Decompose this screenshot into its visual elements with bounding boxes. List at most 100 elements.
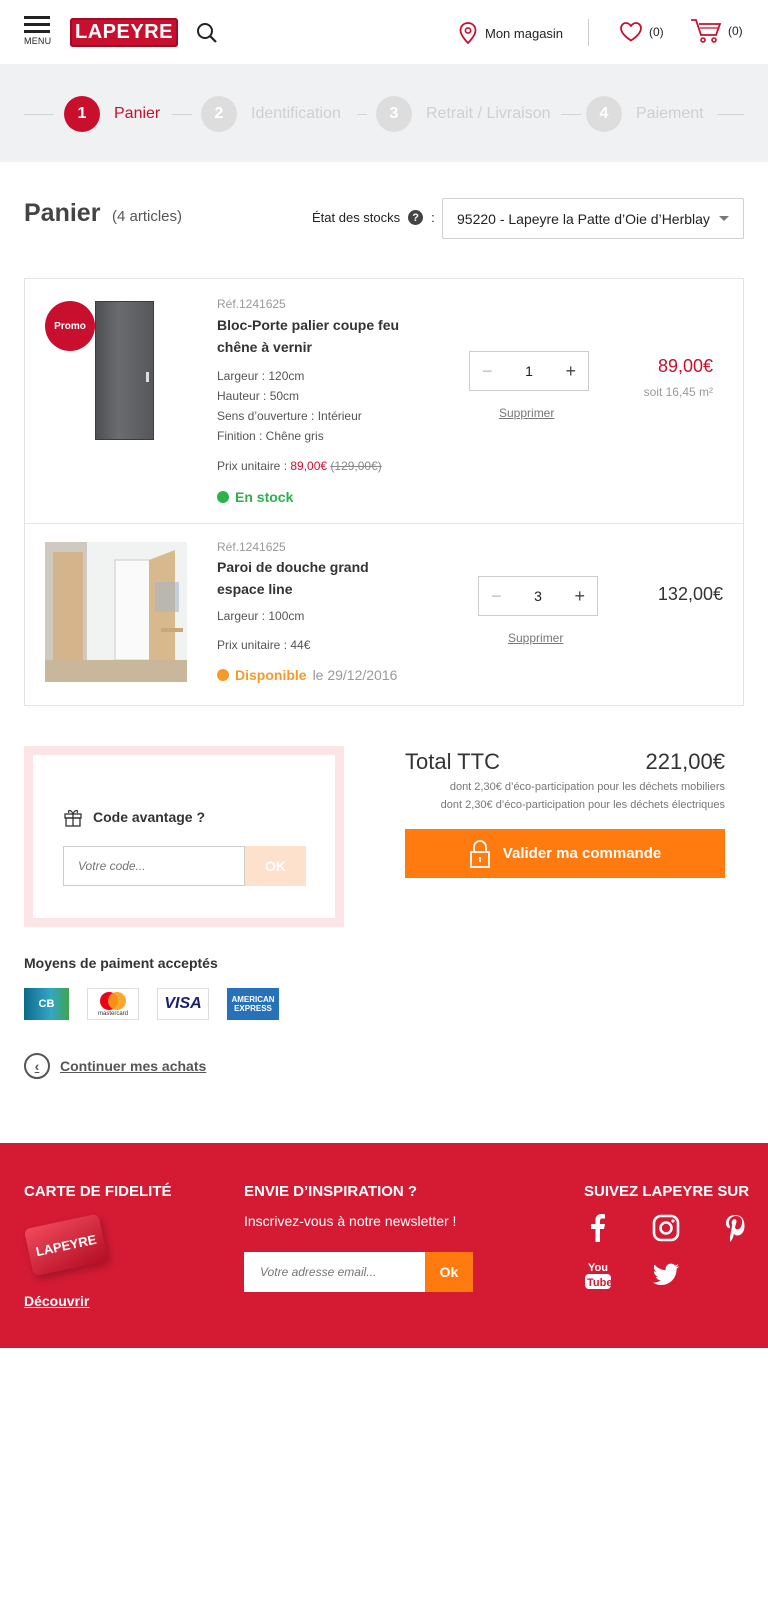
- cart-link[interactable]: (0): [690, 18, 743, 44]
- stock-status-label: État des stocks ? :: [312, 210, 435, 225]
- product-attr: Largeur : 100cm: [217, 609, 305, 623]
- my-store-link[interactable]: Mon magasin: [459, 22, 563, 44]
- newsletter-ok-button[interactable]: Ok: [425, 1252, 473, 1292]
- step-identification: 2 Identification: [201, 96, 341, 132]
- my-store-label: Mon magasin: [485, 25, 564, 41]
- total-label: Total TTC: [405, 749, 500, 774]
- product-image-door[interactable]: [95, 301, 154, 440]
- unit-price: Prix unitaire : 44€: [217, 638, 311, 652]
- help-icon[interactable]: ?: [408, 210, 424, 225]
- product-attr: Largeur : 120cm: [217, 369, 305, 383]
- availability-text: Disponible: [235, 667, 307, 683]
- cart-icon: [691, 19, 722, 43]
- increment-button[interactable]: +: [565, 361, 576, 382]
- article-count: (4 articles): [112, 208, 183, 225]
- menu-button[interactable]: MENU: [24, 16, 52, 50]
- remove-button[interactable]: Supprimer: [499, 406, 554, 420]
- step-paiement: 4 Paiement: [586, 96, 704, 132]
- cart-item: Réf.1241625 Paroi de douche grand espace…: [25, 524, 743, 705]
- page-title: Panier: [24, 199, 101, 227]
- step-line: [717, 114, 744, 115]
- product-image-room[interactable]: [45, 542, 187, 682]
- step-number: 4: [586, 96, 622, 132]
- validate-order-button[interactable]: Valider ma commande: [405, 829, 725, 878]
- increment-button[interactable]: +: [574, 586, 585, 607]
- step-number: 3: [376, 96, 412, 132]
- product-ref: Réf.1241625: [217, 540, 286, 554]
- wishlist-link[interactable]: (0): [619, 21, 664, 42]
- promo-badge: Promo: [45, 301, 95, 351]
- newsletter-email-input[interactable]: [244, 1252, 425, 1292]
- loyalty-title: CARTE DE FIDELITÉ: [24, 1183, 172, 1200]
- mastercard-label: mastercard: [97, 1011, 128, 1017]
- amex-icon: AMERICAN EXPRESS: [227, 988, 279, 1020]
- eco-participation-note: dont 2,30€ d’éco-participation pour les …: [440, 799, 725, 811]
- newsletter-subtitle: Inscrivez-vous à notre newsletter !: [244, 1213, 457, 1229]
- availability-status: Disponible le 29/12/2016: [217, 667, 397, 683]
- lapeyre-logo[interactable]: LAPEYRE: [70, 18, 178, 47]
- checkout-steps: 1 Panier 2 Identification 3 Retrait / Li…: [0, 64, 768, 162]
- validate-order-label: Valider ma commande: [502, 845, 662, 862]
- pinterest-icon[interactable]: [720, 1213, 750, 1243]
- continue-shopping-label: Continuer mes achats: [60, 1058, 207, 1074]
- promo-ok-button[interactable]: OK: [245, 846, 306, 886]
- cart-count: (0): [728, 24, 743, 38]
- step-label: Paiement: [636, 105, 704, 122]
- product-name[interactable]: Paroi de douche grand espace line: [217, 556, 417, 600]
- quantity-value[interactable]: 3: [534, 588, 542, 604]
- remove-button[interactable]: Supprimer: [508, 631, 563, 645]
- door-handle: [146, 372, 149, 382]
- youtube-icon[interactable]: You Tube: [583, 1260, 613, 1290]
- hamburger-icon: [24, 16, 50, 19]
- payment-methods-title: Moyens de paiment acceptés: [24, 955, 218, 971]
- header-divider: [588, 19, 589, 46]
- facebook-glyph: [591, 1214, 605, 1242]
- payment-logos: CB mastercard VISA AMERICAN EXPRESS: [24, 988, 279, 1020]
- store-select[interactable]: 95220 - Lapeyre la Patte d’Oie d’Herblay: [442, 198, 744, 239]
- search-icon[interactable]: [196, 22, 218, 44]
- product-attr: Hauteur : 50cm: [217, 389, 300, 403]
- loyalty-card-image: LAPEYRE: [23, 1213, 109, 1277]
- status-dot-icon: [217, 669, 229, 681]
- inspiration-title: ENVIE D’INSPIRATION ?: [244, 1183, 418, 1200]
- product-name[interactable]: Bloc-Porte palier coupe feu chêne à vern…: [217, 314, 417, 358]
- footer: CARTE DE FIDELITÉ LAPEYRE Découvrir ENVI…: [0, 1143, 768, 1348]
- menu-label: MENU: [24, 36, 52, 46]
- availability-date: le 29/12/2016: [312, 667, 398, 683]
- product-ref: Réf.1241625: [217, 297, 286, 311]
- step-line: [561, 114, 581, 115]
- location-pin-icon: [459, 22, 477, 44]
- promo-code-title: Code avantage ?: [63, 807, 205, 827]
- step-label: Panier: [114, 105, 161, 122]
- unit-price: Prix unitaire : 89,00€ (129,00€): [217, 459, 382, 473]
- social-title: SUIVEZ LAPEYRE SUR: [584, 1183, 750, 1200]
- cb-card-icon: CB: [24, 988, 69, 1020]
- quantity-stepper: − 3 +: [478, 576, 598, 616]
- decrement-button[interactable]: −: [482, 361, 493, 382]
- twitter-glyph: [653, 1263, 679, 1285]
- quantity-stepper: − 1 +: [469, 351, 589, 391]
- discover-link[interactable]: Découvrir: [24, 1293, 89, 1309]
- cart-item: Promo Réf.1241625 Bloc-Porte palier coup…: [25, 279, 743, 524]
- stock-status-text: En stock: [235, 489, 294, 505]
- step-line: [24, 114, 54, 115]
- stock-label-text: État des stocks: [312, 210, 401, 225]
- promo-code-input[interactable]: [63, 846, 245, 886]
- youtube-glyph: You Tube: [585, 1262, 612, 1289]
- facebook-icon[interactable]: [583, 1213, 613, 1243]
- hamburger-icon-bar: [24, 23, 50, 26]
- quantity-value[interactable]: 1: [525, 363, 533, 379]
- room-photo: [45, 542, 187, 682]
- product-attr: Finition : Chêne gris: [217, 429, 324, 443]
- wishlist-count: (0): [649, 24, 664, 39]
- instagram-icon[interactable]: [651, 1213, 681, 1243]
- twitter-icon[interactable]: [651, 1260, 681, 1290]
- decrement-button[interactable]: −: [491, 586, 502, 607]
- unit-price-label: Prix unitaire :: [217, 459, 291, 473]
- total-value: 221,00€: [645, 749, 725, 774]
- product-attr: Sens d’ouverture : Intérieur: [217, 409, 362, 423]
- continue-shopping-link[interactable]: ‹ Continuer mes achats: [24, 1053, 206, 1079]
- step-panier: 1 Panier: [64, 96, 160, 132]
- chevron-down-icon: [719, 216, 729, 221]
- chevron-left-icon: ‹: [24, 1053, 50, 1079]
